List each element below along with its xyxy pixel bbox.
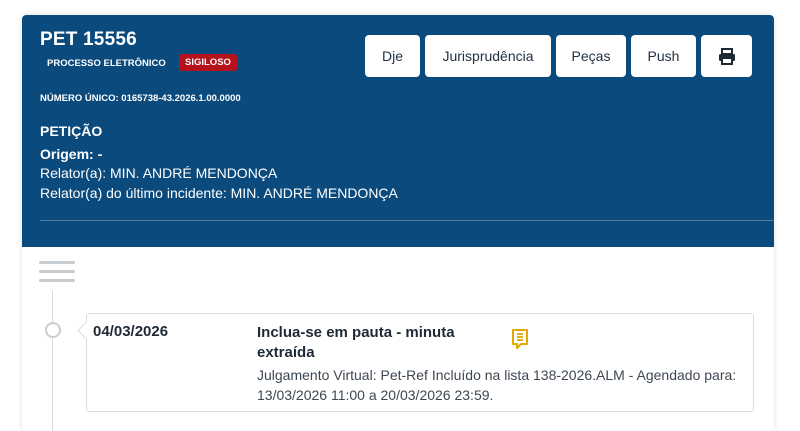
dje-button[interactable]: Dje <box>365 35 420 77</box>
timeline-line <box>52 291 53 431</box>
event-date: 04/03/2026 <box>93 323 169 340</box>
print-button[interactable] <box>701 35 752 77</box>
origem-line: Origem: - <box>40 146 103 162</box>
classe-processual: PETIÇÃO <box>40 123 103 139</box>
hamburger-menu-icon[interactable] <box>39 261 75 285</box>
event-description: Julgamento Virtual: Pet-Ref Incluído na … <box>257 367 737 403</box>
sigiloso-badge: SIGILOSO <box>179 54 237 71</box>
push-button[interactable]: Push <box>631 35 696 77</box>
numero-unico-value: 0165738-43.2026.1.00.0000 <box>121 93 241 104</box>
jurisprudencia-button[interactable]: Jurisprudência <box>425 35 551 77</box>
relator-line: Relator(a): MIN. ANDRÉ MENDONÇA <box>40 165 278 181</box>
timeline-dot <box>45 322 61 338</box>
relator-incidente-line: Relator(a) do último incidente: MIN. AND… <box>40 185 398 201</box>
pecas-button[interactable]: Peças <box>556 35 626 77</box>
process-header: PET 15556 PROCESSO ELETRÔNICO SIGILOSO N… <box>22 15 774 247</box>
page-title: PET 15556 <box>40 29 137 50</box>
event-title: Inclua-se em pauta - minuta extraída <box>257 324 455 361</box>
printer-icon <box>718 47 735 65</box>
numero-unico: NÚMERO ÚNICO: 0165738-43.2026.1.00.0000 <box>40 93 241 104</box>
header-divider <box>40 220 774 221</box>
timeline-event: 04/03/2026 Inclua-se em pauta - minuta e… <box>86 313 754 412</box>
processo-eletronico-label: PROCESSO ELETRÔNICO <box>47 58 166 69</box>
note-icon[interactable] <box>511 328 529 350</box>
process-card: PET 15556 PROCESSO ELETRÔNICO SIGILOSO N… <box>22 15 774 431</box>
numero-unico-label: NÚMERO ÚNICO: <box>40 93 119 104</box>
